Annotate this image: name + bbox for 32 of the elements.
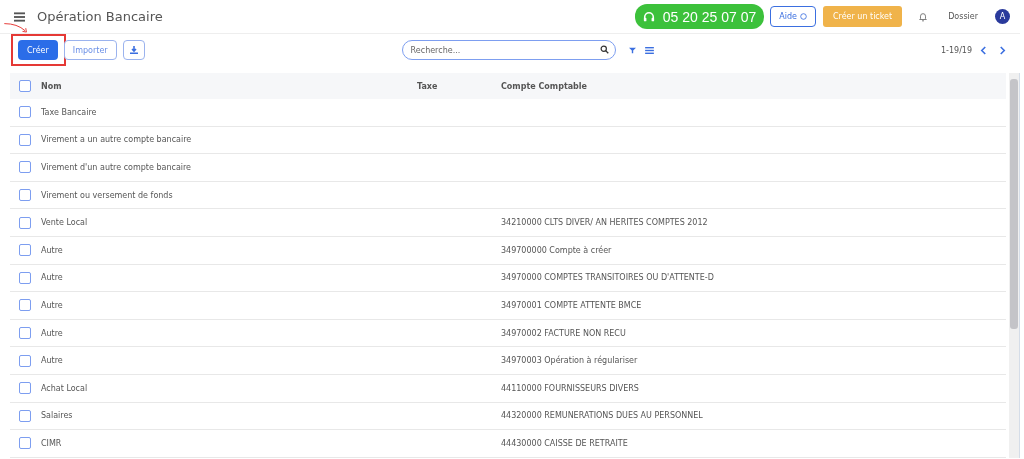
table-cell: Autre [41,356,63,366]
avatar[interactable]: A [995,9,1010,24]
table-cell: 44320000 REMUNERATIONS DUES AU PERSONNEL [501,411,703,421]
column-header[interactable]: Taxe [417,81,501,91]
table-cell: 34970003 Opération à régulariser [501,356,638,366]
dossier-link[interactable]: Dossier [948,12,978,21]
search-field[interactable]: Recherche... [401,40,616,60]
table-cell: Vente Local [41,218,88,228]
table-cell: Virement ou versement de fonds [41,190,173,200]
table-cell: 34970002 FACTURE NON RECU [501,328,626,338]
help-button[interactable]: Aide [770,6,816,27]
page-title: Opération Bancaire [37,9,163,24]
table-cell: Achat Local [41,383,88,393]
pager-count: 1-19/19 [940,45,972,55]
table-cell: Autre [41,300,63,310]
table-cell: Salaires [41,411,73,421]
table-cell: Autre [41,245,63,255]
table-cell: 34210000 CLTS DIVER/ AN HERITES COMPTES 2012 [501,218,708,228]
table-cell: 44430000 CAISSE DE RETRAITE [501,438,628,448]
table-cell: 349700000 Compte à créer [501,245,612,255]
table-cell: CIMR [41,438,62,448]
table-cell: Autre [41,273,63,283]
table-cell: Autre [41,328,63,338]
table-cell: Virement a un autre compte bancaire [41,135,192,145]
create-button[interactable]: Créer [18,40,58,60]
column-header[interactable]: Nom [41,81,417,91]
table-cell: 44110000 FOURNISSEURS DIVERS [501,383,639,393]
table-cell: Taxe Bancaire [41,107,97,117]
table-cell: Virement d'un autre compte bancaire [41,163,192,172]
table-cell: 34970000 COMPTES TRANSITOIRES OU D'ATTENTE-D [501,273,714,283]
table-cell: 34970001 COMPTE ATTENTE BMCE [501,300,642,310]
column-header[interactable]: Compte Comptable [501,81,1006,91]
